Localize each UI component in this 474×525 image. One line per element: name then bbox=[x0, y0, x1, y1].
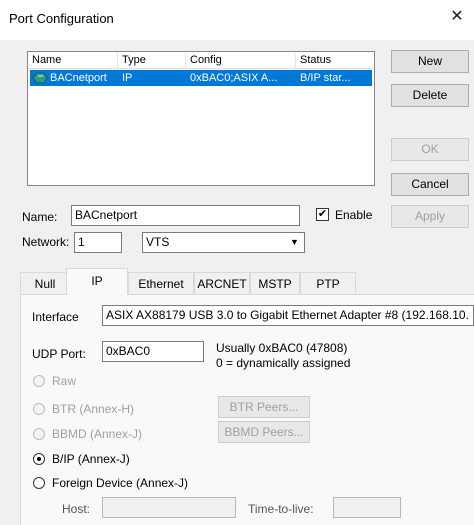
network-label: Network: bbox=[22, 235, 70, 249]
udp-port-hint-1: Usually 0xBAC0 (47808) bbox=[216, 341, 348, 355]
cell-config: 0xBAC0;ASIX A... bbox=[190, 72, 278, 84]
ttl-label: Time-to-live: bbox=[248, 502, 314, 516]
foreign-device-label: Foreign Device (Annex-J) bbox=[52, 476, 189, 490]
list-item[interactable]: BACnetport IP 0xBAC0;ASIX A... B/IP star… bbox=[30, 70, 372, 86]
list-header: Name Type Config Status bbox=[28, 52, 374, 69]
tab-arcnet[interactable]: ARCNET bbox=[194, 272, 250, 294]
column-header-config[interactable]: Config bbox=[186, 53, 296, 68]
column-header-name[interactable]: Name bbox=[28, 53, 118, 68]
tab-mstp[interactable]: MSTP bbox=[250, 272, 300, 294]
radio-selected-dot bbox=[37, 457, 41, 461]
network-port-icon bbox=[32, 72, 48, 84]
tab-ethernet[interactable]: Ethernet bbox=[128, 272, 194, 294]
host-label: Host: bbox=[62, 502, 91, 516]
tab-ptp[interactable]: PTP bbox=[300, 272, 356, 294]
cell-name: BACnetport bbox=[50, 72, 107, 84]
cell-status: B/IP star... bbox=[300, 72, 351, 84]
column-header-status[interactable]: Status bbox=[296, 53, 374, 68]
new-button[interactable]: New bbox=[391, 50, 469, 73]
network-type-select[interactable]: VTS ▼ bbox=[142, 232, 305, 253]
port-list[interactable]: Name Type Config Status BACnetport IP 0x… bbox=[27, 51, 375, 186]
btr-radio[interactable] bbox=[33, 403, 45, 415]
enable-checkbox[interactable]: ✔ bbox=[316, 208, 329, 221]
bip-radio[interactable] bbox=[33, 453, 45, 465]
host-field[interactable] bbox=[102, 497, 236, 518]
close-icon[interactable]: ✕ bbox=[446, 6, 468, 28]
cell-type: IP bbox=[122, 72, 133, 84]
ttl-field[interactable] bbox=[333, 497, 401, 518]
apply-button[interactable]: Apply bbox=[391, 205, 469, 228]
network-number-field[interactable]: 1 bbox=[74, 232, 122, 253]
udp-port-field[interactable]: 0xBAC0 bbox=[102, 341, 204, 362]
bbmd-radio[interactable] bbox=[33, 428, 45, 440]
udp-port-label: UDP Port: bbox=[32, 347, 86, 361]
foreign-device-radio[interactable] bbox=[33, 477, 45, 489]
delete-button[interactable]: Delete bbox=[391, 84, 469, 107]
tab-ip[interactable]: IP bbox=[66, 268, 128, 295]
name-field[interactable]: BACnetport bbox=[71, 205, 300, 226]
title-bar: Port Configuration ✕ bbox=[0, 0, 474, 40]
udp-port-hint-2: 0 = dynamically assigned bbox=[216, 356, 351, 370]
ok-button[interactable]: OK bbox=[391, 138, 469, 161]
column-header-type[interactable]: Type bbox=[118, 53, 186, 68]
btr-peers-button[interactable]: BTR Peers... bbox=[218, 396, 310, 418]
name-label: Name: bbox=[22, 210, 58, 224]
enable-label: Enable bbox=[335, 208, 373, 222]
bbmd-peers-button[interactable]: BBMD Peers... bbox=[218, 421, 310, 443]
window-title: Port Configuration bbox=[9, 11, 114, 26]
raw-label: Raw bbox=[52, 374, 77, 388]
btr-label: BTR (Annex-H) bbox=[52, 402, 135, 416]
cancel-button[interactable]: Cancel bbox=[391, 173, 469, 196]
interface-label: Interface bbox=[32, 310, 79, 324]
network-type-value: VTS bbox=[146, 235, 170, 249]
bbmd-label: BBMD (Annex-J) bbox=[52, 427, 143, 441]
raw-radio[interactable] bbox=[33, 375, 45, 387]
interface-select[interactable]: ASIX AX88179 USB 3.0 to Gigabit Ethernet… bbox=[102, 305, 474, 326]
bip-label: B/IP (Annex-J) bbox=[52, 452, 130, 466]
chevron-down-icon[interactable]: ▼ bbox=[287, 235, 302, 250]
tab-null[interactable]: Null bbox=[20, 272, 70, 294]
